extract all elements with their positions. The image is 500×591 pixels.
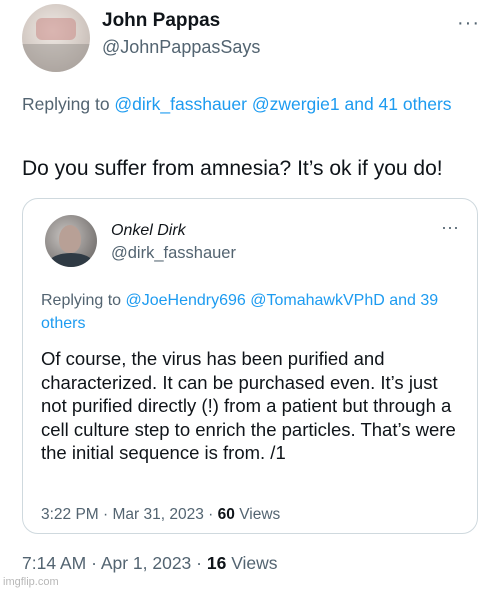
tweet-meta: 7:14 AM · Apr 1, 2023 · 16 Views — [22, 553, 278, 574]
quoted-tweet-date[interactable]: Mar 31, 2023 — [113, 506, 204, 523]
quoted-replying-prefix: Replying to — [41, 292, 126, 309]
author-avatar[interactable] — [22, 4, 90, 72]
avatar-face — [59, 225, 81, 253]
quoted-views-label: Views — [234, 506, 281, 523]
quoted-more-options-icon[interactable]: ··· — [441, 217, 459, 238]
replying-prefix: Replying to — [22, 94, 115, 114]
quoted-tweet-meta: 3:22 PM · Mar 31, 2023 · 60 Views — [41, 506, 280, 524]
quoted-tweet-text: Of course, the virus has been purified a… — [41, 348, 456, 463]
tweet-card: John Pappas @JohnPappasSays ··· Replying… — [0, 0, 500, 591]
quoted-author-handle[interactable]: @dirk_fasshauer — [111, 244, 236, 263]
views-label: Views — [226, 553, 278, 573]
more-options-icon[interactable]: ··· — [457, 12, 480, 35]
avatar-band — [22, 44, 90, 72]
author-handle[interactable]: @JohnPappasSays — [102, 37, 260, 58]
meta-separator-2: · — [191, 553, 207, 573]
replying-to: Replying to @dirk_fasshauer @zwergie1 an… — [22, 92, 462, 117]
quoted-tweet-time[interactable]: 3:22 PM — [41, 506, 99, 523]
quoted-author-avatar[interactable] — [45, 215, 97, 267]
replying-mentions-link[interactable]: @dirk_fasshauer @zwergie1 and 41 others — [114, 94, 451, 114]
imgflip-watermark: imgflip.com — [3, 576, 59, 588]
quoted-author-name[interactable]: Onkel Dirk — [111, 222, 186, 240]
author-name[interactable]: John Pappas — [102, 10, 220, 32]
tweet-time[interactable]: 7:14 AM — [22, 553, 86, 573]
quoted-meta-separator-1: · — [98, 506, 113, 523]
tweet-date[interactable]: Apr 1, 2023 — [101, 553, 191, 573]
quoted-replying-to: Replying to @JoeHendry696 @TomahawkVPhD … — [41, 289, 461, 335]
avatar-shirt — [49, 253, 93, 267]
quoted-views-count[interactable]: 60 — [218, 506, 235, 523]
tweet-text: Do you suffer from amnesia? It’s ok if y… — [22, 157, 443, 180]
views-count[interactable]: 16 — [207, 553, 226, 573]
quoted-tweet[interactable]: Onkel Dirk @dirk_fasshauer ··· Replying … — [22, 198, 478, 534]
quoted-meta-separator-2: · — [203, 506, 218, 523]
meta-separator-1: · — [86, 553, 101, 573]
avatar-logo-mark — [36, 18, 76, 40]
